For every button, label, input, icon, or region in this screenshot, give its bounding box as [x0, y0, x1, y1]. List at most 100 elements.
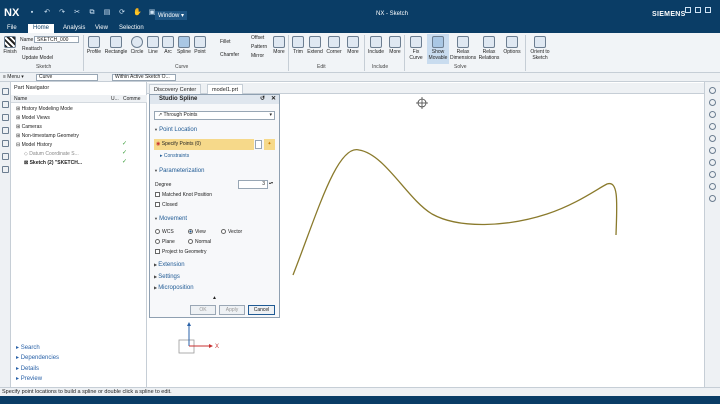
degree-spinner[interactable]: ▴▾ — [269, 180, 273, 185]
perpendicular-icon[interactable] — [709, 135, 716, 142]
menu-button[interactable]: ≡ Menu ▾ — [3, 74, 24, 80]
minimize-icon[interactable] — [685, 7, 691, 13]
tab-analysis[interactable]: Analysis — [58, 24, 90, 33]
tree-node-datum-csys[interactable]: ◇ Datum Coordinate S... — [24, 151, 79, 157]
cut-icon[interactable]: ✂ — [73, 9, 81, 17]
touch-mode-icon[interactable]: ✋ — [133, 9, 142, 17]
options-button[interactable]: Options — [502, 36, 522, 55]
reuse-library-icon[interactable] — [1, 127, 9, 134]
preview-panel-toggle[interactable]: ▸ Preview — [16, 375, 42, 382]
chamfer-button[interactable]: Chamfer — [220, 52, 239, 58]
maximize-icon[interactable] — [695, 7, 701, 13]
circle-button[interactable]: Circle — [129, 36, 145, 55]
orient-to-sketch-button[interactable]: Orient to Sketch — [528, 36, 552, 61]
finish-button[interactable]: Finish — [2, 36, 18, 55]
movement-section[interactable]: Movement — [154, 216, 187, 222]
close-icon[interactable]: ✕ — [271, 95, 276, 104]
selection-scope-dropdown[interactable]: Within Active Sketch O... — [112, 74, 176, 81]
trim-button[interactable]: Trim — [291, 36, 305, 55]
update-model-button[interactable]: Update Model — [22, 55, 53, 61]
more-edit-button[interactable]: More — [345, 36, 361, 55]
tangent-icon[interactable] — [709, 159, 716, 166]
ok-button[interactable]: OK — [190, 305, 216, 315]
repeat-icon[interactable]: ⟳ — [118, 9, 126, 17]
redo-icon[interactable]: ↷ — [58, 9, 66, 17]
point-dialog-icon[interactable]: ✦ — [264, 139, 275, 150]
offset-button[interactable]: Offset — [251, 35, 264, 41]
coincident-icon[interactable] — [709, 171, 716, 178]
assembly-navigator-icon[interactable] — [1, 101, 9, 108]
specify-points-selector[interactable]: ◉ Specify Points (0) — [154, 139, 254, 150]
tree-node-non-timestamp[interactable]: ⊞ Non-timestamp Geometry — [16, 133, 79, 139]
fillet-button[interactable]: Fillet — [220, 39, 231, 45]
degree-field[interactable]: 3 — [238, 180, 268, 189]
extension-section[interactable]: Extension — [154, 262, 184, 268]
constraints-toggle[interactable]: ▸ Constraints — [160, 153, 189, 159]
tab-file[interactable]: File — [2, 24, 22, 33]
tab-home[interactable]: Home — [28, 24, 55, 33]
column-uptodate[interactable]: U... — [111, 96, 119, 102]
wcs-radio[interactable]: WCS — [155, 229, 174, 235]
relax-relations-button[interactable]: Relax Relations — [477, 36, 501, 61]
view-radio[interactable]: View — [188, 229, 206, 235]
arc-button[interactable]: Arc — [161, 36, 175, 55]
constraint-icon[interactable] — [709, 123, 716, 130]
profile-button[interactable]: Profile — [85, 36, 103, 55]
parallel-icon[interactable] — [709, 147, 716, 154]
roles-icon[interactable] — [1, 153, 9, 160]
reset-icon[interactable]: ↺ — [260, 95, 265, 104]
tab-discovery-center[interactable]: Discovery Center — [149, 84, 202, 94]
line-tool-icon[interactable] — [709, 87, 716, 94]
show-movable-button[interactable]: Show Movable — [427, 34, 449, 64]
tree-node-model-views[interactable]: ⊞ Model Views — [16, 115, 50, 121]
spline-curve[interactable] — [292, 149, 618, 276]
paste-icon[interactable]: ▤ — [103, 9, 111, 17]
point-location-section[interactable]: Point Location — [154, 127, 197, 133]
column-name[interactable]: Name — [14, 96, 27, 102]
collapse-dialog-icon[interactable]: ▲ — [212, 295, 217, 301]
more-include-button[interactable]: More — [387, 36, 403, 55]
tab-model1[interactable]: model1.prt — [207, 84, 243, 94]
vector-radio[interactable]: Vector — [221, 229, 242, 235]
tab-selection[interactable]: Selection — [114, 24, 149, 33]
line-button[interactable]: Line — [146, 36, 160, 55]
include-button[interactable]: Include — [366, 36, 386, 55]
part-navigator-icon[interactable] — [1, 88, 9, 95]
web-browser-icon[interactable] — [1, 166, 9, 173]
copy-icon[interactable]: ⧉ — [88, 9, 96, 17]
corner-button[interactable]: Corner — [325, 36, 343, 55]
constraint-navigator-icon[interactable] — [1, 114, 9, 121]
type-dropdown[interactable]: ↗ Through Points ▾ — [154, 111, 275, 120]
plane-radio[interactable]: Plane — [155, 239, 175, 245]
point-button[interactable]: Point — [193, 36, 207, 55]
tree-node-model-history[interactable]: ⊟ Model History — [16, 142, 52, 148]
cancel-button[interactable]: Cancel — [248, 305, 275, 315]
cube-icon[interactable] — [709, 183, 716, 190]
settings-section[interactable]: Settings — [154, 274, 180, 280]
reattach-button[interactable]: Reattach — [22, 46, 42, 52]
sketch-name-field[interactable]: SKETCH_000 — [34, 36, 79, 43]
settings-icon[interactable] — [709, 195, 716, 202]
undo-icon[interactable]: ↶ — [43, 9, 51, 17]
column-comment[interactable]: Comme — [123, 96, 141, 102]
pattern-button[interactable]: Pattern — [251, 44, 267, 50]
more-curve-button[interactable]: More — [271, 36, 287, 55]
apply-button[interactable]: Apply — [219, 305, 245, 315]
search-panel-toggle[interactable]: ▸ Search — [16, 344, 40, 351]
save-icon[interactable]: ▪ — [28, 9, 36, 17]
normal-radio[interactable]: Normal — [188, 239, 211, 245]
parameterization-section[interactable]: Parameterization — [154, 168, 204, 174]
matched-knot-checkbox[interactable]: Matched Knot Position — [155, 192, 212, 198]
tab-view[interactable]: View — [90, 24, 113, 33]
history-icon[interactable] — [1, 140, 9, 147]
details-panel-toggle[interactable]: ▸ Details — [16, 365, 39, 372]
mirror-button[interactable]: Mirror — [251, 53, 264, 59]
close-icon[interactable] — [705, 7, 711, 13]
rectangle-button[interactable]: Rectangle — [104, 36, 128, 55]
extend-button[interactable]: Extend — [306, 36, 324, 55]
tree-node-history-mode[interactable]: ⊞ History Modeling Mode — [16, 106, 73, 112]
tree-node-sketch[interactable]: ⊠ Sketch (2) "SKETCH... — [24, 160, 82, 166]
point-type-dropdown[interactable] — [255, 140, 262, 149]
tree-node-cameras[interactable]: ⊞ Cameras — [16, 124, 42, 130]
view-snap-icon[interactable] — [416, 97, 428, 109]
